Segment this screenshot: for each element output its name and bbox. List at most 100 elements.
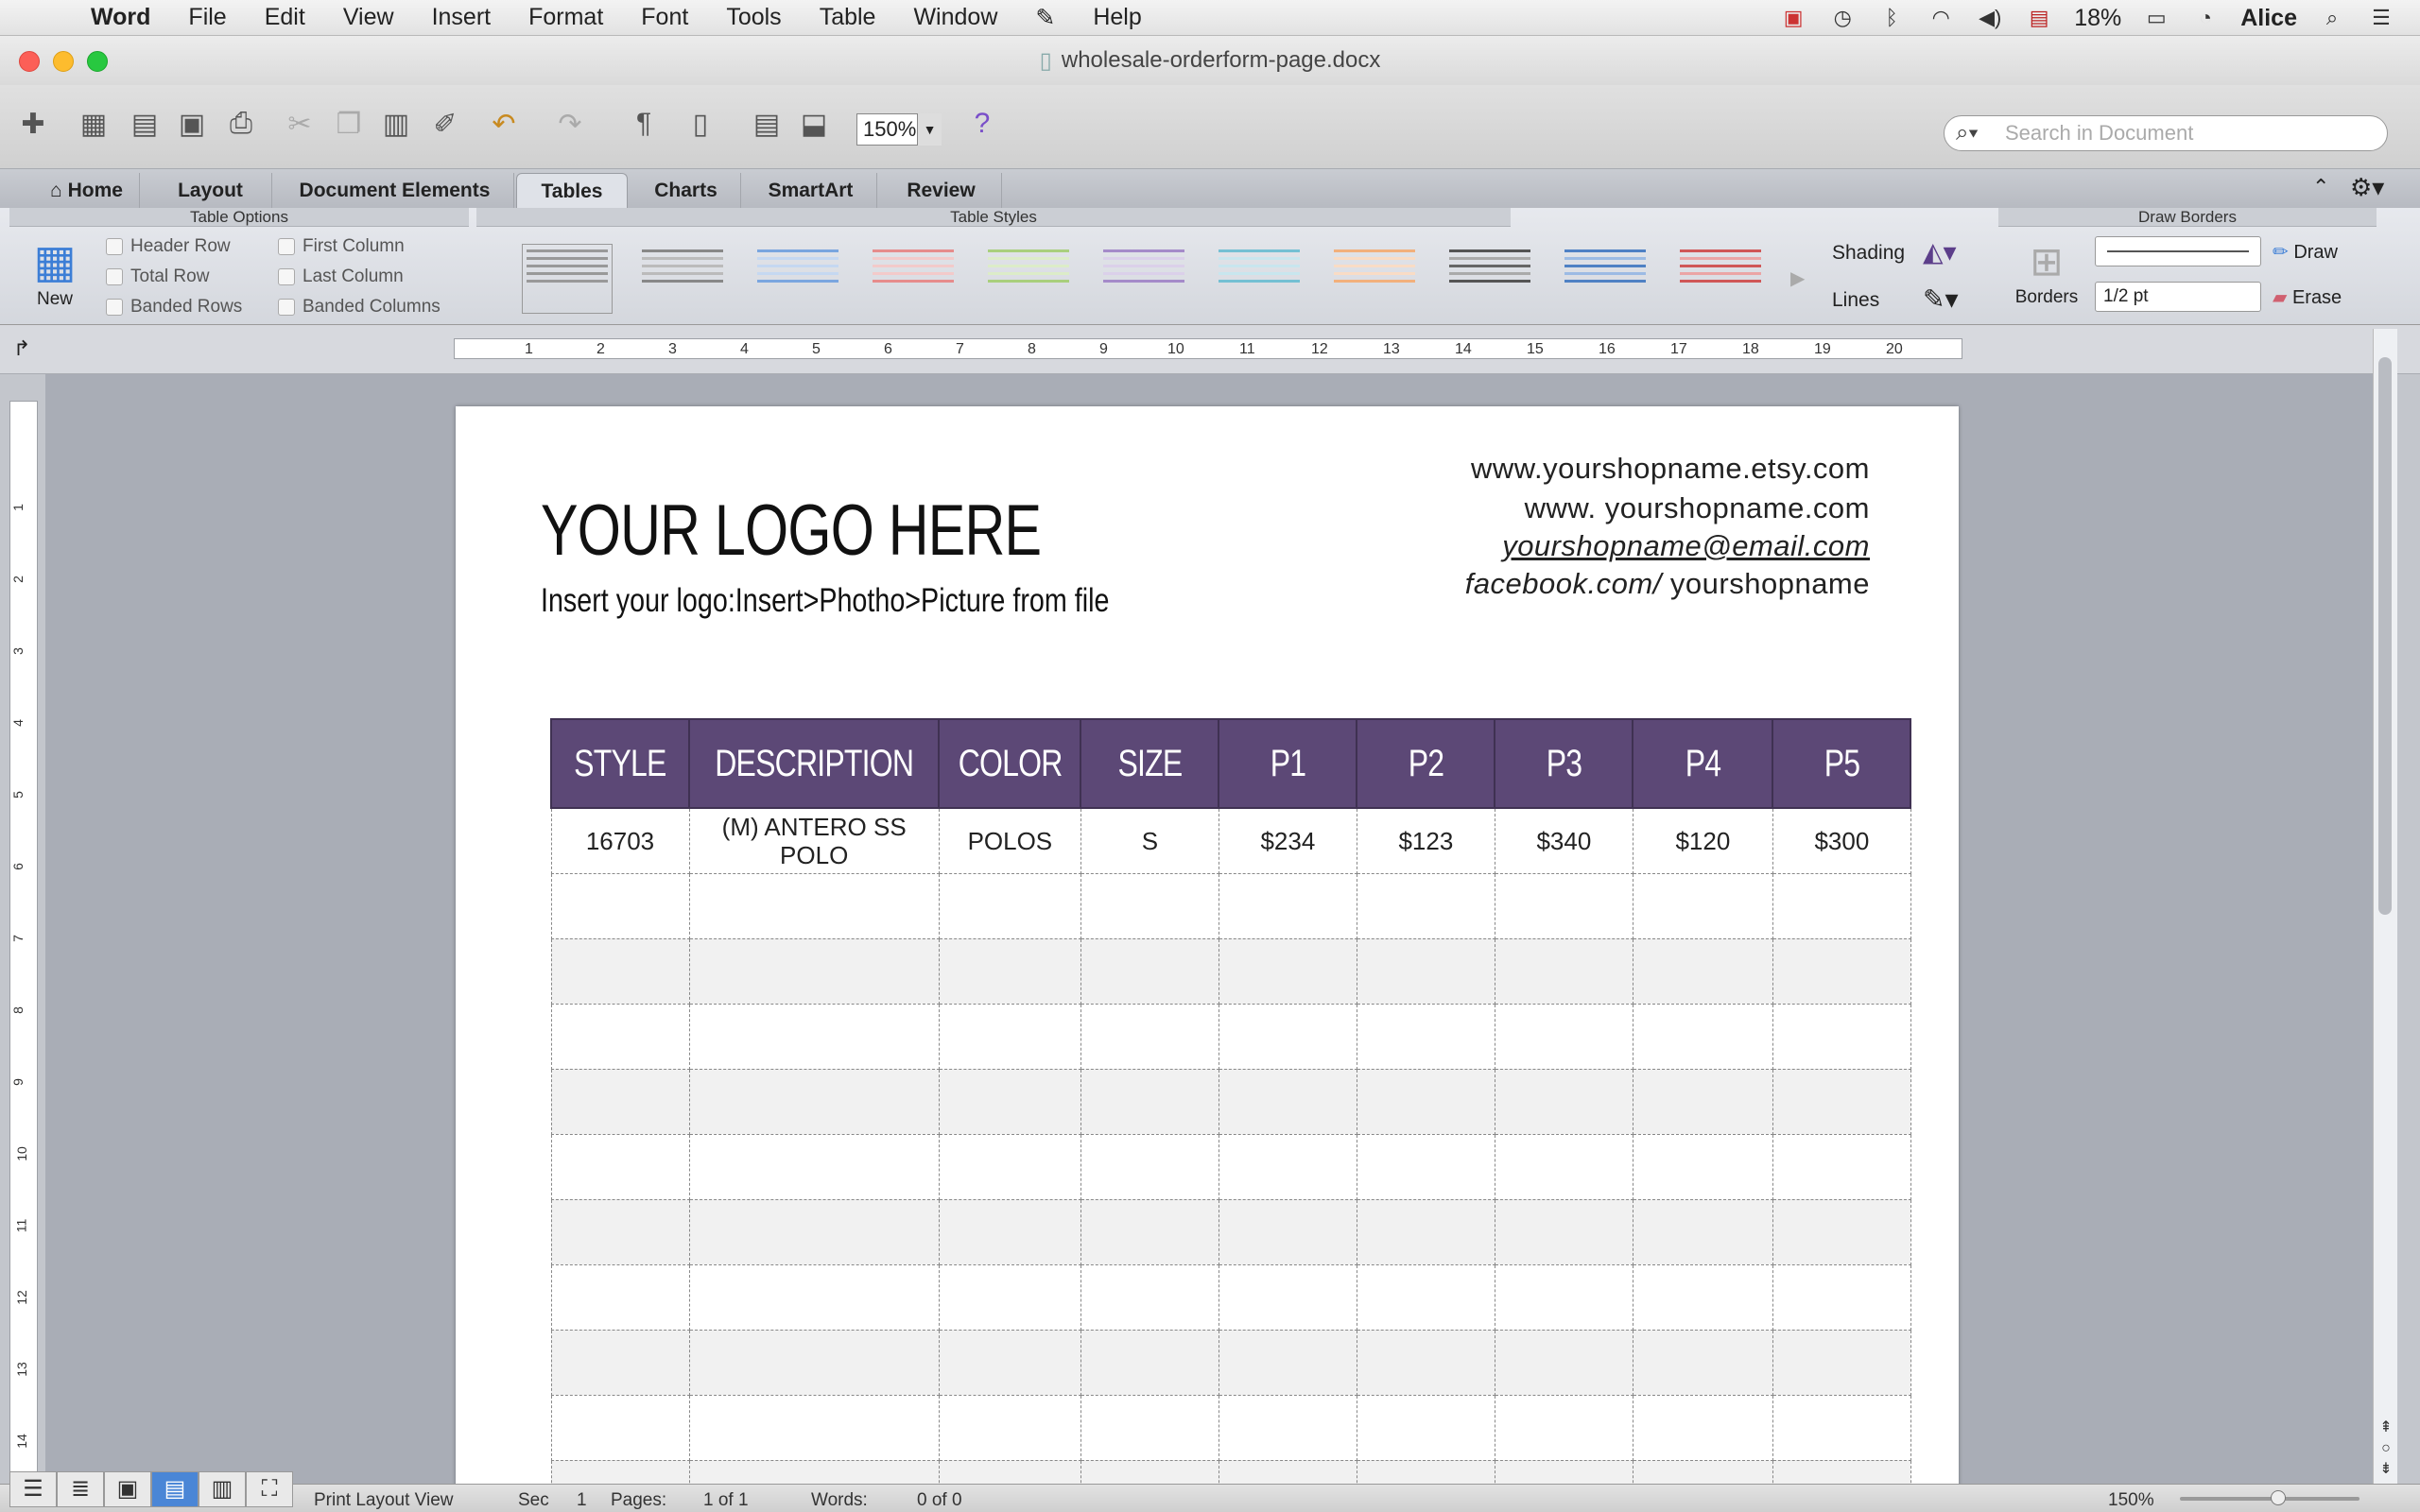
ribbon-settings-gear-icon[interactable]: ⚙▾ [2350,173,2384,202]
script-menu-icon[interactable]: ✎ [1016,4,1074,32]
header-cell[interactable]: P5 [1772,718,1912,809]
cell-color[interactable]: POLOS [938,807,1081,874]
empty-cell[interactable] [1772,1198,1911,1265]
help-icon[interactable]: ? [962,104,1002,144]
empty-cell[interactable] [1218,872,1357,939]
cut-icon[interactable]: ✂ [280,104,320,144]
empty-cell[interactable] [1080,1133,1219,1200]
minimize-window-button[interactable] [53,51,74,72]
empty-cell[interactable] [1356,1263,1495,1331]
document-page[interactable]: YOUR LOGO HERE Insert your logo:Insert>P… [456,406,1959,1484]
total-row-checkbox[interactable]: Total Row [106,266,209,287]
menu-format[interactable]: Format [510,4,622,31]
empty-cell[interactable] [1356,1329,1495,1396]
volume-icon[interactable]: ◀) [1976,7,2004,29]
empty-cell[interactable] [550,1133,690,1200]
print-icon[interactable]: ⎙ [221,104,261,144]
bluetooth-icon[interactable]: ᛒ [1877,7,1906,29]
contact-email[interactable]: yourshopname@email.com [1502,529,1870,563]
zoom-slider-knob[interactable] [2271,1490,2286,1505]
table-style-teal[interactable] [1214,244,1305,314]
line-color-icon[interactable]: ✎▾ [1923,284,1959,315]
erase-border-button[interactable]: ▰ Erase [2273,285,2342,309]
focus-view-icon[interactable]: ⛶ [246,1471,293,1507]
clock-icon[interactable]: ◔ [2191,7,2220,29]
empty-cell[interactable] [688,1394,940,1461]
draft-view-icon[interactable]: ☰ [9,1471,57,1507]
empty-cell[interactable] [1080,1394,1219,1461]
empty-cell[interactable] [1356,1394,1495,1461]
header-cell[interactable]: SIZE [1080,718,1220,809]
empty-cell[interactable] [1356,1198,1495,1265]
table-style-dark-gray[interactable] [1444,244,1535,314]
table-style-dark-red[interactable] [1675,244,1766,314]
empty-cell[interactable] [1218,1198,1357,1265]
empty-cell[interactable] [550,1263,690,1331]
scrollbar-thumb[interactable] [2378,357,2392,915]
empty-cell[interactable] [688,1068,940,1135]
cell-p3[interactable]: $340 [1494,807,1634,874]
empty-cell[interactable] [550,872,690,939]
tab-charts[interactable]: Charts [631,173,741,209]
menu-table[interactable]: Table [801,4,895,31]
empty-cell[interactable] [1772,1068,1911,1135]
empty-cell[interactable] [1356,872,1495,939]
tab-home[interactable]: ⌂ Home [34,173,140,209]
time-machine-icon[interactable]: ◷ [1828,7,1857,29]
empty-cell[interactable] [1494,1263,1634,1331]
header-cell[interactable]: P3 [1494,718,1634,809]
redo-icon[interactable]: ↷ [550,104,590,144]
header-cell[interactable]: P2 [1356,718,1496,809]
gallery-icon[interactable]: ▤ [747,104,786,144]
format-painter-icon[interactable]: ✐ [425,104,465,144]
menu-view[interactable]: View [324,4,413,31]
empty-cell[interactable] [938,1459,1081,1484]
battery-icon[interactable]: ▭ [2142,7,2170,29]
empty-cell[interactable] [550,1329,690,1396]
contact-website[interactable]: www. yourshopname.com [1525,491,1870,525]
empty-cell[interactable] [1632,1459,1773,1484]
empty-cell[interactable] [938,1329,1081,1396]
table-style-blue[interactable] [752,244,843,314]
vertical-scrollbar[interactable]: ⇞ ○ ⇟ [2373,329,2397,1484]
next-page-icon[interactable]: ⇟ [2376,1459,2396,1480]
zoom-dropdown-arrow-icon[interactable]: ▼ [917,113,942,146]
browse-object-icon[interactable]: ○ [2376,1438,2396,1459]
notification-app-icon[interactable]: ▣ [1779,7,1807,29]
empty-cell[interactable] [1632,1068,1773,1135]
draw-border-button[interactable]: ✏ Draw [2273,240,2338,264]
empty-cell[interactable] [938,1198,1081,1265]
search-icon[interactable]: ⌕▾ [1956,116,1979,150]
empty-cell[interactable] [1494,1394,1634,1461]
search-document-field[interactable]: ⌕▾ Search in Document [1944,115,2388,151]
empty-cell[interactable] [1080,1003,1219,1070]
shading-bucket-icon[interactable]: ◭▾ [1923,236,1957,267]
user-name[interactable]: Alice [2240,5,2297,32]
empty-cell[interactable] [938,1133,1081,1200]
empty-cell[interactable] [1494,1329,1634,1396]
publishing-view-icon[interactable]: ▣ [104,1471,151,1507]
empty-cell[interactable] [688,1003,940,1070]
empty-cell[interactable] [1080,1263,1219,1331]
empty-cell[interactable] [1080,1459,1219,1484]
empty-cell[interactable] [550,1394,690,1461]
empty-cell[interactable] [1218,1459,1357,1484]
cell-size[interactable]: S [1080,807,1219,874]
outline-view-icon[interactable]: ≣ [57,1471,104,1507]
logo-instructions[interactable]: Insert your logo:Insert>Photho>Picture f… [541,582,1109,620]
save-icon[interactable]: ▣ [172,104,212,144]
empty-cell[interactable] [1494,1459,1634,1484]
sidebar-icon[interactable]: ▯ [681,104,720,144]
templates-icon[interactable]: ▦ [74,104,113,144]
empty-cell[interactable] [1494,1133,1634,1200]
empty-cell[interactable] [938,1263,1081,1331]
empty-cell[interactable] [1494,1003,1634,1070]
empty-cell[interactable] [1494,1068,1634,1135]
empty-cell[interactable] [1772,937,1911,1005]
table-style-plain-grid[interactable] [522,244,613,314]
empty-cell[interactable] [1218,937,1357,1005]
empty-cell[interactable] [1356,1003,1495,1070]
collapse-ribbon-icon[interactable]: ⌃ [2312,175,2329,199]
new-document-icon[interactable]: ✚ [13,104,53,144]
empty-cell[interactable] [688,1263,940,1331]
